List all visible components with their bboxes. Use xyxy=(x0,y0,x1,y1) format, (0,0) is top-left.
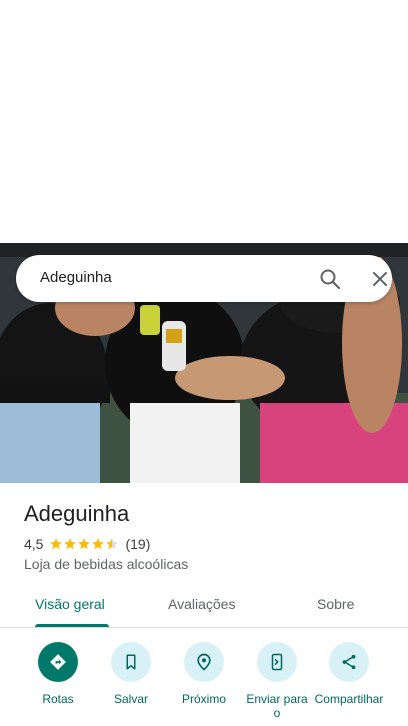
save-button[interactable]: Salvar xyxy=(91,642,171,706)
nearby-label: Próximo xyxy=(181,692,226,706)
tab-about[interactable]: Sobre xyxy=(317,596,354,612)
place-title: Adeguinha xyxy=(24,501,130,526)
send-to-phone-label: Enviar para o xyxy=(246,692,308,720)
send-to-phone-button[interactable]: Enviar para o xyxy=(237,642,317,720)
action-buttons: Rotas Salvar Próximo Enviar para o Compa… xyxy=(0,640,408,726)
search-icon[interactable] xyxy=(318,267,342,291)
reviews-count[interactable]: (19) xyxy=(125,536,150,552)
search-input[interactable]: Adeguinha xyxy=(40,269,112,286)
tab-overview[interactable]: Visão geral xyxy=(35,596,105,612)
star-icon xyxy=(92,538,105,550)
send-to-phone-icon xyxy=(257,642,297,682)
rating-row[interactable]: 4,5 (19) xyxy=(24,535,150,553)
map-blank-area xyxy=(0,0,408,243)
share-button[interactable]: Compartilhar xyxy=(309,642,389,706)
directions-label: Rotas xyxy=(42,692,74,706)
tab-reviews[interactable]: Avaliações xyxy=(168,596,235,612)
place-category: Loja de bebidas alcoólicas xyxy=(24,556,189,572)
active-tab-indicator xyxy=(35,624,109,627)
share-icon xyxy=(329,642,369,682)
save-label: Salvar xyxy=(113,692,148,706)
search-bar[interactable]: Adeguinha xyxy=(16,255,392,302)
share-label: Compartilhar xyxy=(314,692,384,706)
star-icon xyxy=(78,538,91,550)
rating-value: 4,5 xyxy=(24,536,44,552)
close-icon[interactable] xyxy=(368,267,392,291)
place-tabs: Visão geral Avaliações Sobre xyxy=(0,584,408,628)
half-star-icon xyxy=(106,538,119,550)
nearby-button[interactable]: Próximo xyxy=(164,642,244,706)
star-icon xyxy=(50,538,63,550)
directions-button[interactable]: Rotas xyxy=(18,642,98,706)
rating-stars xyxy=(49,537,119,551)
star-icon xyxy=(64,538,77,550)
directions-icon xyxy=(38,642,78,682)
nearby-icon xyxy=(184,642,224,682)
bookmark-icon xyxy=(111,642,151,682)
